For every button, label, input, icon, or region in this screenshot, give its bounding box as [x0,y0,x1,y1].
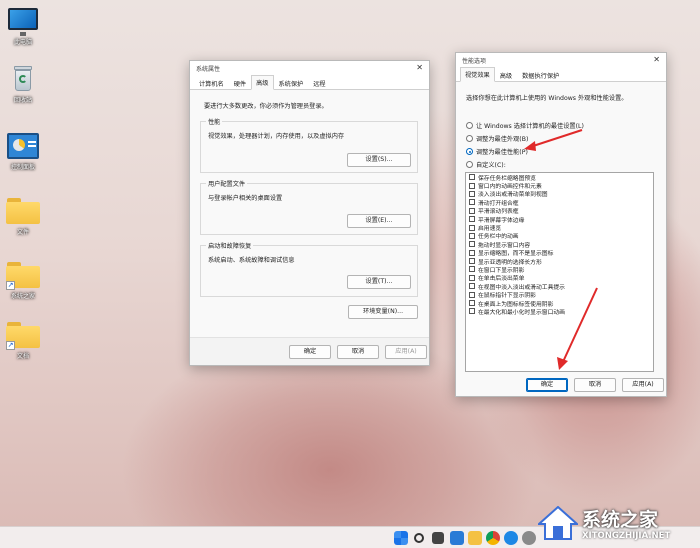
checkbox[interactable] [469,241,475,248]
checkbox[interactable] [469,291,475,298]
browser-icon[interactable] [504,531,518,545]
title-bar: 系统属性 ✕ [190,61,429,75]
tab-system-protection[interactable]: 系统保护 [274,76,309,90]
radio-indicator [466,122,473,129]
checkbox[interactable] [469,232,475,239]
desktop-icon-this-pc[interactable]: 此电脑 [4,8,42,46]
radio-label: 自定义(C): [476,162,506,169]
user-profiles-group: 用户配置文件 与登录帐户相关的桌面设置 设置(E)... [200,179,418,235]
watermark-url: XITONGZHIJIA.NET [582,531,671,541]
tab-dep[interactable]: 数据执行保护 [517,68,564,82]
monitor-icon [8,8,38,36]
startup-recovery-settings-button[interactable]: 设置(T)... [347,275,411,289]
tab-visual-effects[interactable]: 视觉效果 [460,67,495,82]
radio-indicator [466,161,473,168]
startup-recovery-group: 启动和故障恢复 系统启动、系统故障和调试信息 设置(T)... [200,241,418,297]
radio-best-performance[interactable]: 调整为最佳性能(P) [466,147,528,156]
checkbox[interactable] [469,207,475,214]
watermark-brand: 系统之家 [582,509,659,531]
shortcut-arrow-icon: ↗ [6,341,15,350]
group-title: 性能 [206,117,223,126]
title-bar: 性能选项 ✕ [456,53,666,67]
desktop-icon-folder-xitongzhijia[interactable]: ↗ 系统之家 [4,262,42,300]
house-logo-icon [538,506,578,540]
folder-icon: ↗ [6,322,40,350]
tab-hardware[interactable]: 硬件 [229,76,251,90]
checkbox[interactable] [469,224,475,231]
shortcut-arrow-icon: ↗ [6,281,15,290]
control-panel-icon [7,133,39,159]
checkbox[interactable] [469,182,475,189]
chrome-icon[interactable] [486,531,500,545]
close-icon[interactable]: ✕ [416,63,423,72]
checkbox[interactable] [469,283,475,290]
group-description: 视觉效果，处理器计划，内存使用，以及虚拟内存 [208,133,345,140]
checkbox[interactable] [469,174,475,181]
annotation-arrow-upper [524,129,583,151]
performance-settings-button[interactable]: 设置(S)... [347,153,411,167]
tab-advanced[interactable]: 高级 [495,68,517,82]
desktop-icon-label: 回收站 [13,97,32,104]
checkbox[interactable] [469,249,475,256]
user-profiles-settings-button[interactable]: 设置(E)... [347,214,411,228]
file-explorer-icon[interactable] [468,531,482,545]
window-title: 性能选项 [462,58,487,65]
checkbox[interactable] [469,190,475,197]
group-description: 与登录帐户相关的桌面设置 [208,195,283,202]
checkbox[interactable] [469,199,475,206]
admin-note: 要进行大多数更改，你必须作为管理员登录。 [204,103,328,110]
tab-computer-name[interactable]: 计算机名 [194,76,229,90]
tab-bar: 视觉效果 高级 数据执行保护 [456,67,666,82]
close-icon[interactable]: ✕ [653,55,660,64]
desktop-icon-label: 系统之家 [10,293,35,300]
desktop-icon-folder-docs[interactable]: ↗ 文档 [4,322,42,360]
cancel-button[interactable]: 取消 [337,345,379,359]
system-properties-window: 系统属性 ✕ 计算机名 硬件 高级 系统保护 远程 要进行大多数更改，你必须作为… [189,60,430,366]
widgets-icon[interactable] [450,531,464,545]
recycle-bin-icon [12,66,34,92]
cancel-button[interactable]: 取消 [574,378,616,392]
desktop-icon-label: 此电脑 [13,39,32,46]
checkbox[interactable] [469,216,475,223]
apply-button[interactable]: 应用(A) [385,345,427,359]
desktop-icon-control-panel[interactable]: 控制面板 [4,133,42,171]
task-view-icon[interactable] [432,532,444,544]
footer: 确定 取消 应用(A) [190,337,429,365]
desktop-icon-label: 文档 [16,353,29,360]
performance-group: 性能 视觉效果，处理器计划，内存使用，以及虚拟内存 设置(S)... [200,117,418,173]
desktop-icon-label: 文件 [16,229,29,236]
folder-icon: ↗ [6,262,40,290]
checkbox[interactable] [469,308,475,315]
group-title: 用户配置文件 [206,179,248,188]
desktop-icon-folder-files[interactable]: 文件 [4,198,42,236]
ok-button[interactable]: 确定 [526,378,568,392]
checkbox[interactable] [469,274,475,281]
watermark: 系统之家 XITONGZHIJIA.NET [532,498,700,548]
group-description: 系统启动、系统故障和调试信息 [208,257,295,264]
checkbox-label: 在最大化和最小化时显示窗口动画 [478,309,565,316]
checkbox[interactable] [469,258,475,265]
checkbox[interactable] [469,300,475,307]
footer: 确定 取消 应用(A) [456,375,666,396]
radio-custom[interactable]: 自定义(C): [466,160,506,169]
desktop-icon-recycle-bin[interactable]: 回收站 [4,66,42,104]
intro-text: 选择你想在此计算机上使用的 Windows 外观和性能设置。 [466,95,628,102]
tab-bar: 计算机名 硬件 高级 系统保护 远程 [190,75,429,90]
apply-button[interactable]: 应用(A) [622,378,664,392]
ok-button[interactable]: 确定 [289,345,331,359]
tab-remote[interactable]: 远程 [308,76,330,90]
search-icon[interactable] [414,533,424,543]
annotation-arrow-lower [557,287,598,370]
radio-indicator [466,135,473,142]
window-title: 系统属性 [196,66,221,73]
desktop-icon-label: 控制面板 [10,164,35,171]
tab-advanced[interactable]: 高级 [251,75,274,90]
folder-icon [6,198,40,224]
group-title: 启动和故障恢复 [206,241,254,250]
checkbox[interactable] [469,266,475,273]
start-icon[interactable] [394,531,408,545]
radio-indicator-selected [466,148,473,155]
environment-variables-button[interactable]: 环境变量(N)... [348,305,418,319]
